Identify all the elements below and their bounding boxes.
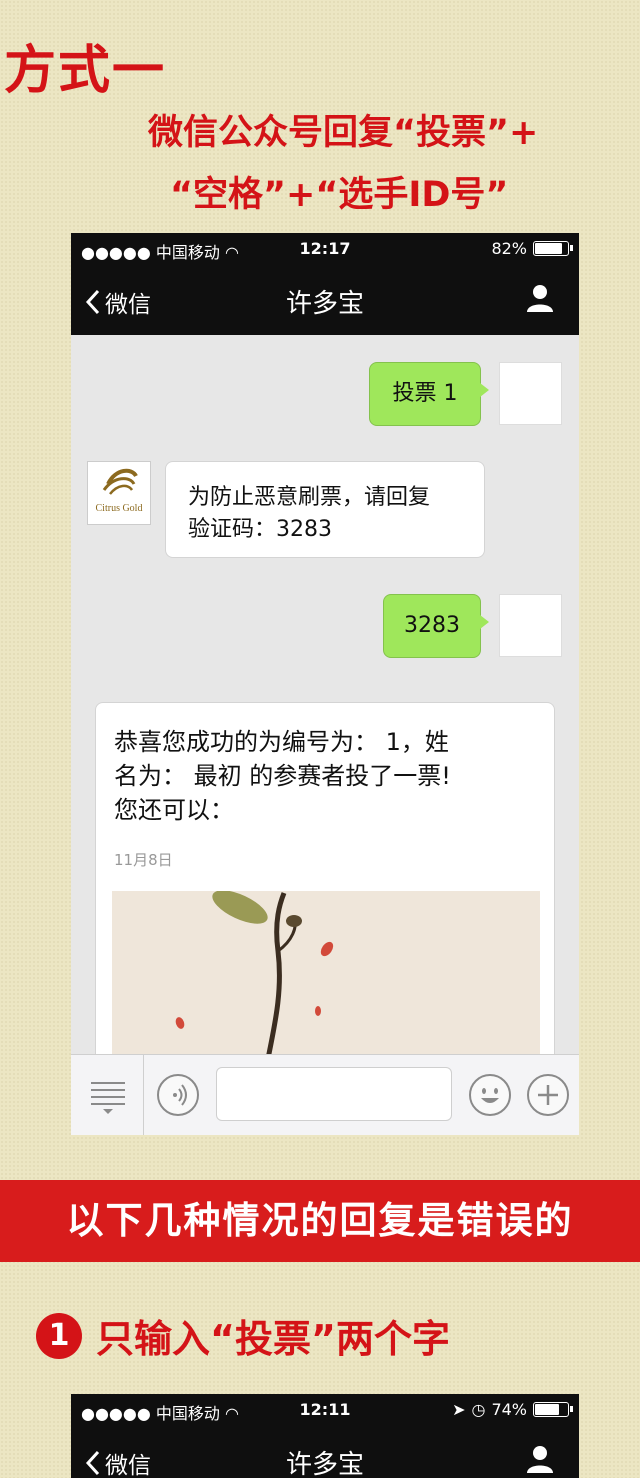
emoji-button[interactable] — [469, 1074, 511, 1116]
chat-title: 许多宝 — [285, 1450, 364, 1478]
logo-text: Citrus Gold — [95, 503, 143, 514]
message-date: 11月8日 — [114, 851, 173, 869]
account-avatar[interactable] — [87, 461, 151, 525]
battery-percent: 74% — [491, 1400, 527, 1419]
battery-icon — [533, 1402, 573, 1417]
menu-icon[interactable] — [91, 1079, 125, 1115]
add-button[interactable] — [527, 1074, 569, 1116]
user-avatar[interactable] — [499, 594, 562, 657]
case-1-heading: 1 只输入“投票”两个字 — [36, 1308, 450, 1363]
battery-percent: 82% — [491, 239, 527, 258]
location-icon: ➤ — [452, 1400, 466, 1419]
instruction-line-1: 微信公众号回复“投票”+ — [148, 113, 539, 153]
message-input[interactable] — [216, 1067, 452, 1121]
battery-indicator: 82% — [491, 239, 573, 258]
battery-indicator: ➤ ◷ 74% — [452, 1400, 573, 1419]
battery-icon — [533, 241, 573, 256]
chat-title: 许多宝 — [285, 289, 364, 319]
nav-bar: 微信 许多宝 — [71, 1426, 579, 1478]
case-1-text: 只输入“投票”两个字 — [96, 1317, 450, 1361]
alarm-icon: ◷ — [471, 1400, 486, 1419]
citrus-gold-logo-icon — [102, 468, 138, 495]
voice-icon — [173, 1084, 187, 1106]
voice-button[interactable] — [157, 1074, 199, 1116]
chat-screenshot-1: ●●●●● 中国移动 ◠ 12:17 82% 微信 许多宝 投票 1 Citru… — [71, 233, 579, 1135]
error-banner: 以下几种情况的回复是错误的 — [0, 1180, 640, 1262]
user-avatar[interactable] — [499, 362, 562, 425]
chat-input-bar — [71, 1054, 579, 1135]
received-message-captcha[interactable]: 为防止恶意刷票，请回复 验证码：3283 — [165, 461, 485, 558]
profile-icon[interactable] — [525, 1444, 555, 1474]
method-title: 方式一 — [4, 41, 167, 101]
profile-icon[interactable] — [525, 283, 555, 313]
sent-message-vote[interactable]: 投票 1 — [369, 362, 489, 426]
sent-message-code[interactable]: 3283 — [383, 594, 489, 658]
nav-bar: 微信 许多宝 — [71, 265, 579, 335]
chat-screenshot-2: ●●●●● 中国移动 ◠ 12:11 ➤ ◷ 74% 微信 许多宝 — [71, 1394, 579, 1478]
status-bar: ●●●●● 中国移动 ◠ 12:11 ➤ ◷ 74% — [71, 1394, 579, 1426]
status-bar: ●●●●● 中国移动 ◠ 12:17 82% — [71, 233, 579, 265]
emoji-icon — [481, 1088, 499, 1103]
instruction-line-2: “空格”+“选手ID号” — [170, 175, 509, 215]
case-number-badge: 1 — [36, 1312, 82, 1359]
plus-icon — [538, 1085, 558, 1105]
